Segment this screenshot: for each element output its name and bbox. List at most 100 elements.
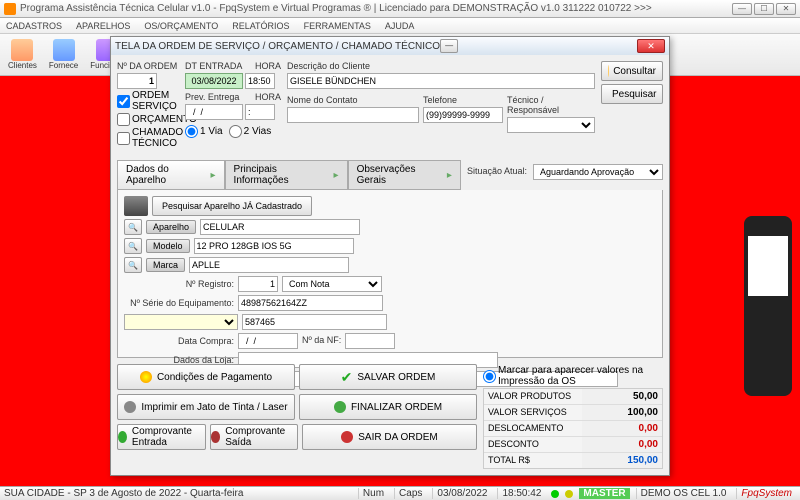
chk-chamado[interactable]: CHAMADO TÉCNICO: [117, 127, 179, 149]
label-aparelho: Aparelho: [146, 220, 196, 234]
menu-ferramentas[interactable]: FERRAMENTAS: [304, 21, 371, 31]
input-marca[interactable]: [189, 257, 349, 273]
device-icon: [124, 196, 148, 216]
input-cliente[interactable]: [287, 73, 595, 89]
toolbar-clientes[interactable]: Clientes: [4, 37, 41, 72]
btn-sair[interactable]: SAIR DA ORDEM: [302, 424, 477, 450]
label-val-prod: VALOR PRODUTOS: [484, 389, 582, 404]
input-registro[interactable]: [238, 276, 278, 292]
input-serie[interactable]: [238, 295, 383, 311]
label-dt-entrada: DT ENTRADA: [185, 61, 253, 71]
arrow-icon: ▸: [447, 170, 452, 181]
input-modelo[interactable]: [194, 238, 354, 254]
values-grid: VALOR PRODUTOS50,00 VALOR SERVIÇOS100,00…: [483, 388, 663, 469]
select-com-nota[interactable]: Com Nota: [282, 276, 382, 292]
input-nf[interactable]: [345, 333, 395, 349]
input-prev-entrega[interactable]: [185, 104, 243, 120]
menu-relatorios[interactable]: RELATÓRIOS: [232, 21, 289, 31]
toolbar-label: Clientes: [8, 61, 37, 70]
input-extra[interactable]: [242, 314, 387, 330]
chk-imprimir-valores[interactable]: Marcar para aparecer valores na Impressã…: [483, 365, 663, 387]
lookup-icon[interactable]: 🔍: [124, 219, 142, 235]
label-prev-entrega: Prev. Entrega: [185, 92, 253, 102]
label-total: TOTAL R$: [484, 453, 582, 468]
status-master: MASTER: [579, 488, 629, 499]
label-n-ordem: Nº DA ORDEM: [117, 61, 179, 71]
btn-comp-saida[interactable]: Comprovante Saída: [210, 424, 299, 450]
arrow-icon: ▸: [334, 170, 339, 181]
select-extra[interactable]: [124, 314, 238, 330]
status-date: 03/08/2022: [432, 488, 491, 499]
btn-pesq-aparelho[interactable]: Pesquisar Aparelho JÁ Cadastrado: [152, 196, 312, 216]
status-location: SUA CIDADE - SP 3 de Agosto de 2022 - Qu…: [4, 488, 243, 499]
label-situacao: Situação Atual:: [467, 166, 527, 176]
window-minimize[interactable]: —: [732, 3, 752, 15]
chk-orcamento[interactable]: ORÇAMENTO: [117, 113, 179, 126]
lookup-icon[interactable]: 🔍: [124, 257, 142, 273]
menu-bar: CADASTROS APARELHOS OS/ORÇAMENTO RELATÓR…: [0, 18, 800, 34]
label-contato: Nome do Contato: [287, 95, 419, 105]
btn-comp-entrada[interactable]: Comprovante Entrada: [117, 424, 206, 450]
input-hora2[interactable]: [245, 104, 275, 120]
label-telefone: Telefone: [423, 95, 503, 105]
btn-finalizar[interactable]: FINALIZAR ORDEM: [299, 394, 477, 420]
val-desl: 0,00: [582, 421, 662, 436]
input-hora[interactable]: [245, 73, 275, 89]
btn-consultar[interactable]: Consultar: [601, 61, 663, 81]
status-caps: Caps: [394, 488, 426, 499]
select-situacao[interactable]: Aguardando Aprovação: [533, 164, 663, 180]
radio-1via[interactable]: 1 Via: [185, 125, 223, 138]
label-val-desc: DESCONTO: [484, 437, 582, 452]
status-brand: FpqSystem: [736, 488, 796, 499]
label-marca: Marca: [146, 258, 185, 272]
input-contato[interactable]: [287, 107, 419, 123]
people-icon: [11, 39, 33, 61]
input-dt-entrada[interactable]: [185, 73, 243, 89]
search-icon: [608, 65, 609, 77]
menu-ajuda[interactable]: AJUDA: [385, 21, 415, 31]
val-desc: 0,00: [582, 437, 662, 452]
input-data-compra[interactable]: [238, 333, 298, 349]
phone-mockup: [744, 216, 792, 396]
label-modelo: Modelo: [146, 239, 190, 253]
status-led-1: [551, 490, 559, 498]
label-hora2: HORA: [255, 92, 281, 102]
chk-ordem-servico[interactable]: ORDEM SERVIÇO: [117, 90, 179, 112]
select-tecnico[interactable]: [507, 117, 595, 133]
btn-cond-pag[interactable]: Condições de Pagamento: [117, 364, 295, 390]
tab-principais[interactable]: Principais Informações▸: [225, 160, 348, 189]
btn-pesquisar[interactable]: Pesquisar: [601, 84, 663, 104]
btn-imprimir[interactable]: Imprimir em Jato de Tinta / Laser: [117, 394, 295, 420]
dialog-minimize[interactable]: —: [440, 39, 458, 53]
menu-os[interactable]: OS/ORÇAMENTO: [144, 21, 218, 31]
input-n-ordem[interactable]: [117, 73, 157, 89]
lookup-icon[interactable]: 🔍: [124, 238, 142, 254]
label-tecnico: Técnico / Responsável: [507, 95, 595, 115]
label-serie: Nº Série do Equipamento:: [124, 298, 234, 308]
label-val-serv: VALOR SERVIÇOS: [484, 405, 582, 420]
radio-2vias[interactable]: 2 Vias: [229, 125, 272, 138]
exit-icon: [341, 431, 353, 443]
window-title: Programa Assistência Técnica Celular v1.…: [20, 3, 652, 14]
input-aparelho[interactable]: [200, 219, 360, 235]
label-compra: Data Compra:: [124, 336, 234, 346]
finish-icon: [334, 401, 346, 413]
window-close[interactable]: ✕: [776, 3, 796, 15]
window-maximize[interactable]: ☐: [754, 3, 774, 15]
menu-cadastros[interactable]: CADASTROS: [6, 21, 62, 31]
input-telefone[interactable]: [423, 107, 503, 123]
supplier-icon: [53, 39, 75, 61]
label-hora: HORA: [255, 61, 281, 71]
toolbar-fornece[interactable]: Fornece: [45, 37, 82, 72]
dialog-close[interactable]: ✕: [637, 39, 665, 53]
btn-salvar[interactable]: ✔SALVAR ORDEM: [299, 364, 477, 390]
window-titlebar: Programa Assistência Técnica Celular v1.…: [0, 0, 800, 18]
printer-icon: [124, 401, 136, 413]
tab-dados-aparelho[interactable]: Dados do Aparelho▸: [117, 160, 225, 189]
status-time: 18:50:42: [497, 488, 545, 499]
status-demo: DEMO OS CEL 1.0: [636, 488, 731, 499]
tab-observacoes[interactable]: Observações Gerais▸: [348, 160, 461, 189]
val-serv: 100,00: [582, 405, 662, 420]
tab-panel-aparelho: Pesquisar Aparelho JÁ Cadastrado 🔍 Aparel…: [117, 190, 663, 358]
menu-aparelhos[interactable]: APARELHOS: [76, 21, 130, 31]
